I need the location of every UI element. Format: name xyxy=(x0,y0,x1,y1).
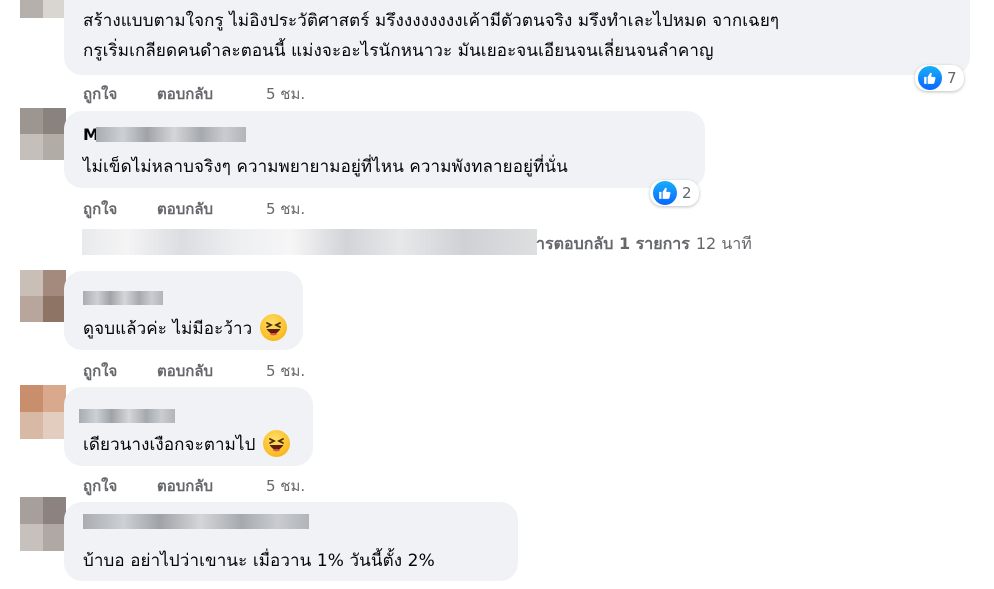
reaction-count: 2 xyxy=(682,184,692,202)
comment-bubble: เดียวนางเงือกจะตามไป xyxy=(64,387,313,466)
timestamp[interactable]: 5 ชม. xyxy=(266,82,305,106)
comment-text: สร้างแบบตามใจกรู ไม่อิงประวัติศาสตร์ มรึ… xyxy=(83,11,780,31)
comment-bubble: สร้างแบบตามใจกรู ไม่อิงประวัติศาสตร์ มรึ… xyxy=(64,0,970,75)
timestamp[interactable]: 5 ชม. xyxy=(266,474,305,498)
like-button[interactable]: ถูกใจ xyxy=(83,474,117,498)
reaction-count: 7 xyxy=(947,69,957,87)
view-replies-link[interactable]: ารตอบกลับ 1 รายการ 12 นาที xyxy=(536,232,752,257)
avatar[interactable] xyxy=(20,385,66,439)
comment-actions: ถูกใจ ตอบกลับ 5 ชม. xyxy=(83,197,383,218)
reply-button[interactable]: ตอบกลับ xyxy=(157,359,213,383)
comment-bubble: บ้าบอ อย่าไปว่าเขานะ เมื่อวาน 1% วันนี้ต… xyxy=(64,502,518,581)
commenter-name-blurred xyxy=(79,409,175,423)
like-icon xyxy=(653,181,677,205)
like-button[interactable]: ถูกใจ xyxy=(83,82,117,106)
avatar[interactable] xyxy=(20,497,66,551)
replies-count-label[interactable]: ารตอบกลับ 1 รายการ xyxy=(536,234,690,253)
comment-actions: ถูกใจ ตอบกลับ 5 ชม. xyxy=(83,82,383,103)
reply-button[interactable]: ตอบกลับ xyxy=(157,82,213,106)
comment-bubble: M ไม่เข็ดไม่หลาบจริงๆ ความพยายามอยู่ที่ไ… xyxy=(64,111,705,188)
reaction-summary[interactable]: 7 xyxy=(915,65,964,91)
timestamp[interactable]: 5 ชม. xyxy=(266,197,305,221)
commenter-name-blurred xyxy=(83,514,309,529)
avatar[interactable] xyxy=(20,108,66,160)
comment-text: บ้าบอ อย่าไปว่าเขานะ เมื่อวาน 1% วันนี้ต… xyxy=(83,551,435,571)
like-button[interactable]: ถูกใจ xyxy=(83,359,117,383)
laughing-emoji-icon xyxy=(263,429,291,457)
avatar[interactable] xyxy=(20,0,66,18)
comment-actions: ถูกใจ ตอบกลับ 5 ชม. xyxy=(83,359,383,380)
commenter-name-blurred xyxy=(96,127,246,142)
like-button[interactable]: ถูกใจ xyxy=(83,197,117,221)
comment-text: ไม่เข็ดไม่หลาบจริงๆ ความพยายามอยู่ที่ไหน… xyxy=(83,157,568,177)
comment-text: ดูจบแล้วค่ะ ไม่มีอะว้าว xyxy=(83,313,288,343)
laughing-emoji-icon xyxy=(260,313,288,341)
reaction-summary[interactable]: 2 xyxy=(650,180,699,206)
timestamp[interactable]: 5 ชม. xyxy=(266,359,305,383)
reply-button[interactable]: ตอบกลับ xyxy=(157,197,213,221)
comment-text: กรูเริ่มเกลียดคนดำละตอนนี้ แม่งจะอะไรนัก… xyxy=(83,41,714,61)
avatar[interactable] xyxy=(20,270,66,322)
reply-button[interactable]: ตอบกลับ xyxy=(157,474,213,498)
like-icon xyxy=(918,66,942,90)
replies-time: 12 นาที xyxy=(695,234,752,253)
comment-actions: ถูกใจ ตอบกลับ 5 ชม. xyxy=(83,474,383,495)
comment-bubble: ดูจบแล้วค่ะ ไม่มีอะว้าว xyxy=(64,271,303,350)
comment-text: เดียวนางเงือกจะตามไป xyxy=(83,429,291,459)
commenter-name-blurred xyxy=(83,291,163,305)
replies-blurred-avatar xyxy=(82,229,537,255)
